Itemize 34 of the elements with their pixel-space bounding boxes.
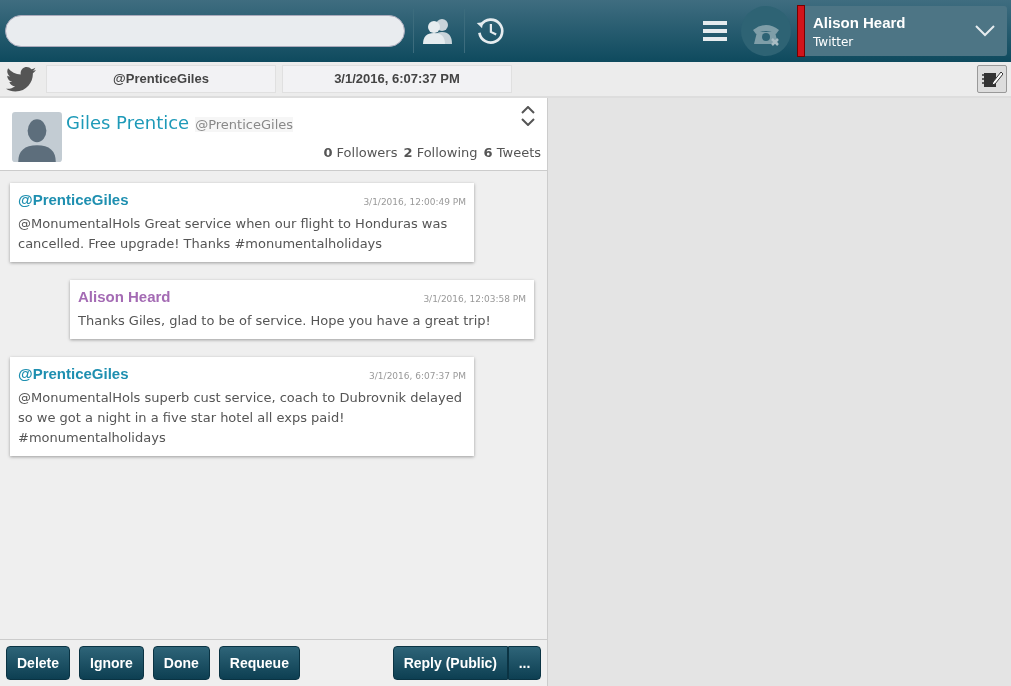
action-button[interactable]: Requeue [218, 646, 300, 680]
timestamp-label: 3/1/2016, 6:07:37 PM [282, 65, 512, 93]
stat-label: 6 Tweets [483, 145, 541, 160]
message-time: 3/1/2016, 12:00:49 PM [363, 197, 466, 207]
notes-button[interactable] [977, 65, 1007, 93]
message-text: @MonumentalHols Great service when our flight to Honduras was cancelled. Free upgrade! Thanks #monumentalholidays [18, 215, 449, 253]
stat-label: 0 Followers [323, 145, 398, 160]
agent-card[interactable]: Alison Heard Twitter [797, 6, 1007, 56]
agent-name: Alison Heard [813, 13, 907, 31]
stat-label: 2 Following [403, 145, 478, 160]
profile-handle: @PrenticeGiles [195, 117, 294, 132]
message-author: @PrenticeGiles [18, 365, 129, 382]
bird-icon [6, 66, 36, 92]
action-button[interactable]: Done [152, 646, 210, 680]
message-time: 3/1/2016, 12:03:58 PM [423, 294, 526, 304]
channel-label: Twitter [813, 34, 855, 49]
search-field[interactable] [5, 15, 405, 47]
chevron-down-icon[interactable] [975, 25, 995, 37]
profile-name: Giles Prentice [66, 112, 190, 133]
message-text: @MonumentalHols superb cust service, coach to Dubrovnik delayed so we got a night in a five star hotel all exps paid! #monumentalholidays [18, 389, 463, 447]
message-author: Alison Heard [78, 288, 171, 305]
reply-button[interactable]: Reply (Public) [392, 646, 508, 680]
menu-icon[interactable] [703, 20, 727, 42]
avatar-silhouette [12, 112, 62, 162]
action-button[interactable]: Delete [6, 646, 71, 680]
message-author: @PrenticeGiles [18, 191, 129, 208]
notebook-pencil-icon [981, 69, 1003, 89]
phone-disconnected-icon[interactable] [741, 6, 791, 56]
expand-collapse-icon[interactable] [521, 106, 535, 126]
more-button[interactable]: ... [508, 646, 541, 680]
action-button[interactable]: Ignore [79, 646, 144, 680]
message-text: Thanks Giles, glad to be of service. Hope you have a great trip! [78, 312, 492, 330]
handle-label: @PrenticeGiles [46, 65, 276, 93]
message-time: 3/1/2016, 6:07:37 PM [369, 371, 466, 381]
